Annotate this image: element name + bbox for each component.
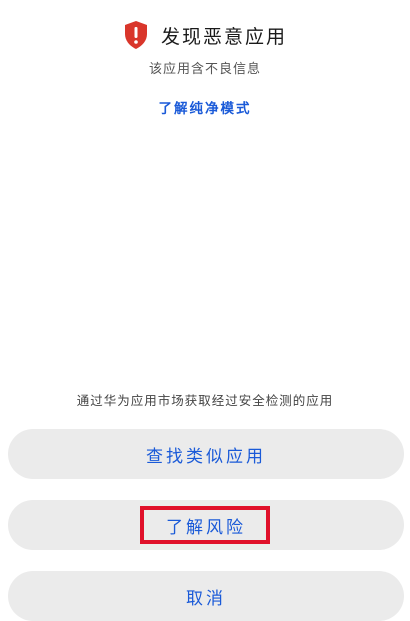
learn-risk-label: 了解风险 xyxy=(166,517,246,538)
dialog-header: 发现恶意应用 xyxy=(0,18,410,52)
shield-warning-icon xyxy=(124,21,147,49)
dialog-subtitle: 该应用含不良信息 xyxy=(148,62,261,77)
find-similar-apps-label: 查找类似应用 xyxy=(146,446,266,467)
dialog-title: 发现恶意应用 xyxy=(160,25,287,48)
find-similar-apps-button[interactable]: 查找类似应用 xyxy=(8,429,404,479)
learn-risk-button[interactable]: 了解风险 xyxy=(8,500,404,550)
cancel-button[interactable]: 取消 xyxy=(8,571,404,621)
cancel-label: 取消 xyxy=(186,588,226,609)
learn-pure-mode-link[interactable]: 了解纯净模式 xyxy=(0,97,410,117)
safe-download-hint: 通过华为应用市场获取经过安全检测的应用 xyxy=(76,393,334,408)
